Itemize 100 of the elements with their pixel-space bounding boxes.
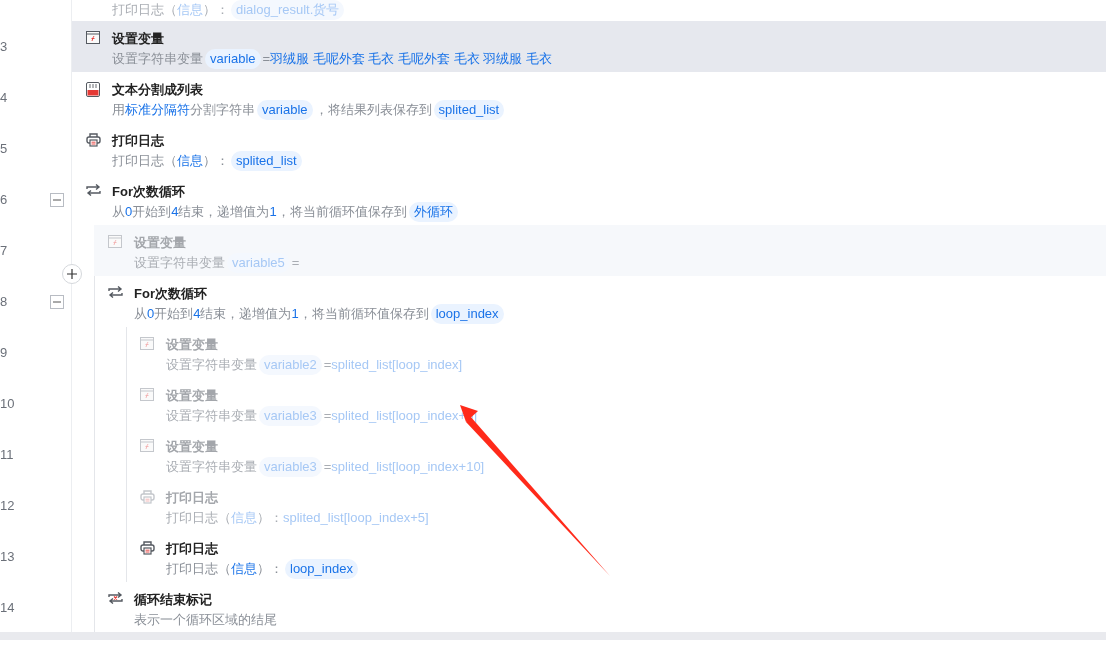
- description-text: 从: [112, 203, 125, 221]
- description-text: ）：: [203, 1, 229, 19]
- line-number: 9: [0, 343, 9, 362]
- value-text: 1: [269, 203, 277, 221]
- description-text: ，将结果列表保存到: [314, 101, 432, 119]
- step-row[interactable]: 打印日志 打印日志（信息）： splited_list: [72, 123, 1106, 174]
- value-text: 标准分隔符: [125, 101, 190, 119]
- value-text: 1: [291, 305, 299, 323]
- description-text: ，将当前循环值保存到: [298, 305, 429, 323]
- description-text: 分割字符串: [190, 101, 255, 119]
- description-text: 设置字符串变量: [166, 458, 257, 476]
- description-text: =: [323, 407, 332, 425]
- variable-tag: splited_list: [231, 151, 302, 171]
- description-text: 设置字符串变量: [112, 50, 203, 68]
- value-text: splited_list[loop_index+10]: [331, 458, 485, 476]
- value-text: 信息: [177, 1, 203, 19]
- function-icon: [86, 31, 100, 44]
- description-text: 从: [134, 305, 147, 323]
- step-title: 循环结束标记: [134, 591, 213, 609]
- step-title: For次数循环: [112, 183, 186, 201]
- description-text: 设置字符串变量: [166, 356, 257, 374]
- step-title: 打印日志: [166, 489, 219, 507]
- value-text: 信息: [177, 152, 203, 170]
- step-row[interactable]: 循环结束标记 表示一个循环区域的结尾: [94, 582, 1106, 632]
- loop-icon: [86, 184, 101, 196]
- value-text: 4: [171, 203, 179, 221]
- description-text: =: [291, 254, 300, 272]
- function-icon: [140, 439, 154, 452]
- step-row[interactable]: For次数循环 从0开始到4结束，递增值为1，将当前循环值保存到 外循环: [72, 174, 1106, 225]
- line-number: 3: [0, 37, 9, 56]
- line-number: 4: [0, 88, 9, 107]
- line-number: 12: [0, 496, 16, 515]
- line-number: 8: [0, 292, 9, 311]
- loop-icon: [108, 286, 123, 298]
- value-text: splited_list[loop_index]: [331, 356, 463, 374]
- line-number: 6: [0, 190, 9, 209]
- variable-tag: variable3: [259, 457, 322, 477]
- description-text: 打印日志（: [112, 152, 177, 170]
- description-text: 开始到: [132, 203, 172, 221]
- step-title: 设置变量: [134, 234, 187, 252]
- description-text: ）：: [257, 560, 283, 578]
- description-text: 设置字符串变量: [134, 254, 225, 272]
- description-text: ，将当前循环值保存到: [276, 203, 407, 221]
- loop-end-icon: [108, 592, 123, 604]
- step-title: 设置变量: [166, 387, 219, 405]
- line-number: 14: [0, 598, 16, 617]
- value-text: 信息: [231, 509, 257, 527]
- line-number: 7: [0, 241, 9, 260]
- step-row[interactable]: 文本分割成列表 用标准分隔符分割字符串 variable ，将结果列表保存到 splited_list: [72, 72, 1106, 123]
- line-number: 5: [0, 139, 9, 158]
- function-icon: [140, 337, 154, 350]
- step-title: 打印日志: [166, 540, 219, 558]
- value-text: 信息: [231, 560, 257, 578]
- line-number: 11: [0, 445, 15, 464]
- step-title: For次数循环: [134, 285, 208, 303]
- line-number: 10: [0, 394, 16, 413]
- step-row[interactable]: For次数循环 从0开始到4结束，递增值为1，将当前循环值保存到 loop_index: [94, 276, 1106, 327]
- description-text: =: [323, 356, 332, 374]
- step-title: 打印日志: [112, 132, 165, 150]
- description-text: =: [323, 458, 332, 476]
- variable-tag: variable3: [259, 406, 322, 426]
- variable-tag: dialog_result.货号: [231, 0, 345, 20]
- description-text: 表示一个循环区域的结尾: [134, 611, 277, 629]
- description-text: 结束，递增值为: [178, 203, 270, 221]
- description-text: 用: [112, 101, 125, 119]
- horizontal-scrollbar[interactable]: [0, 632, 1106, 640]
- variable-tag: 外循环: [408, 202, 458, 222]
- description-text: 设置字符串变量: [166, 407, 257, 425]
- function-icon: [140, 388, 154, 401]
- step-title: 设置变量: [166, 438, 219, 456]
- description-text: ）：: [257, 509, 283, 527]
- description-text: 打印日志（: [112, 1, 177, 19]
- minus-icon: [53, 196, 61, 204]
- variable-tag: loop_index: [430, 304, 504, 324]
- value-text: 羽绒服 毛呢外套 毛衣 毛呢外套 毛衣 羽绒服 毛衣: [270, 50, 552, 68]
- plus-icon: [67, 269, 77, 279]
- description-text: 开始到: [154, 305, 194, 323]
- value-text: 0: [125, 203, 133, 221]
- printer-icon: [140, 541, 155, 555]
- step-title: 设置变量: [112, 30, 165, 48]
- variable-tag: splited_list: [433, 100, 505, 120]
- variable-tag: loop_index: [285, 559, 358, 579]
- text-split-icon: [86, 82, 100, 97]
- step-title: 设置变量: [166, 336, 219, 354]
- step-row[interactable]: 打印日志 打印日志（信息）： loop_index: [126, 531, 1106, 582]
- value-text: 4: [193, 305, 201, 323]
- minus-icon: [53, 298, 61, 306]
- step-row[interactable]: 设置变量 设置字符串变量 variable =羽绒服 毛呢外套 毛衣 毛呢外套 毛衣 羽绒服 毛衣: [72, 21, 1106, 72]
- collapse-toggle[interactable]: [50, 295, 64, 309]
- description-text: ）：: [203, 152, 229, 170]
- variable-tag: variable: [205, 49, 261, 69]
- collapse-toggle[interactable]: [50, 193, 64, 207]
- description-text: 结束，递增值为: [200, 305, 292, 323]
- value-text: 0: [147, 305, 155, 323]
- function-icon: [108, 235, 122, 248]
- value-text: splited_list[loop_index+5]: [283, 509, 429, 527]
- variable-tag: variable: [257, 100, 313, 120]
- variable-tag: variable2: [259, 355, 322, 375]
- line-number: 13: [0, 547, 16, 566]
- printer-icon: [86, 133, 101, 147]
